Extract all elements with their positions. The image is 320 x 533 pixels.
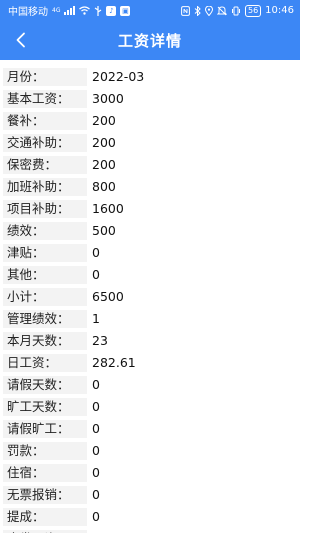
app-notification-icon: ▣ <box>120 5 131 16</box>
bluetooth-icon <box>194 5 201 16</box>
tiktok-app-icon: ♪ <box>106 5 117 16</box>
salary-row-label: 交通补助： <box>3 134 87 152</box>
salary-row-value: 200 <box>92 135 116 150</box>
salary-row-label: 管理绩效： <box>3 310 87 328</box>
salary-row: 罚款： 0 <box>0 440 300 462</box>
salary-row: 基本工资： 3000 <box>0 88 300 110</box>
salary-row-label: 请假旷工： <box>3 420 87 438</box>
salary-row-value: 200 <box>92 113 116 128</box>
salary-row: 请假天数： 0 <box>0 374 300 396</box>
salary-row-value: 0 <box>92 399 100 414</box>
salary-row: 项目补助： 1600 <box>0 198 300 220</box>
salary-row-label: 绩效： <box>3 222 87 240</box>
salary-row-value: 1600 <box>92 201 124 216</box>
salary-row-value: 0 <box>92 377 100 392</box>
salary-row-value: 1 <box>92 311 100 326</box>
salary-row: 日工资： 282.61 <box>0 352 300 374</box>
salary-row-label: 项目补助： <box>3 200 87 218</box>
salary-row-value: 282.61 <box>92 355 136 370</box>
salary-row-label: 无票报销： <box>3 486 87 504</box>
salary-row: 旷工天数： 0 <box>0 396 300 418</box>
salary-row: 加班补助： 800 <box>0 176 300 198</box>
salary-row-label: 月份： <box>3 68 87 86</box>
salary-row-label: 提成： <box>3 508 87 526</box>
salary-row-value: 0 <box>92 509 100 524</box>
salary-row-value: 0 <box>92 465 100 480</box>
salary-row-value: 0 <box>92 267 100 282</box>
salary-row-value: 200 <box>92 157 116 172</box>
salary-row-value: 2022-03 <box>92 69 145 84</box>
salary-row-label: 保密费： <box>3 156 87 174</box>
salary-row: 交通补助： 200 <box>0 132 300 154</box>
salary-row: 无票报销： 0 <box>0 484 300 506</box>
salary-row: 保密费： 200 <box>0 154 300 176</box>
salary-row: 管理绩效： 1 <box>0 308 300 330</box>
salary-row-label: 旷工天数： <box>3 398 87 416</box>
page-title: 工资详情 <box>117 32 182 50</box>
salary-row-label: 住宿： <box>3 464 87 482</box>
status-bar-right: 56 10:46 <box>181 4 294 17</box>
salary-row-label: 加班补助： <box>3 178 87 196</box>
usb-icon <box>94 5 102 16</box>
salary-row-value: 500 <box>92 223 116 238</box>
salary-row-value: 3000 <box>92 91 124 106</box>
salary-row: 餐补： 200 <box>0 110 300 132</box>
signal-icon <box>64 6 76 15</box>
salary-row-label: 本月天数： <box>3 332 87 350</box>
salary-row-value: 0 <box>92 487 100 502</box>
salary-row: 本月天数： 23 <box>0 330 300 352</box>
salary-row-label: 津贴： <box>3 244 87 262</box>
salary-row-label: 小计： <box>3 288 87 306</box>
battery-indicator: 56 <box>244 4 262 17</box>
salary-detail-list: 月份： 2022-03 基本工资： 3000 餐补： 200 交通补助： 200 保密费： 200… <box>0 66 300 533</box>
salary-row-value: 0 <box>92 245 100 260</box>
signal-badge: 4G <box>52 7 61 14</box>
salary-row: 津贴： 0 <box>0 242 300 264</box>
status-bar: 中国移动 4G ♪ ▣ 56 10:46 <box>0 0 300 21</box>
salary-row: 月份： 2022-03 <box>0 66 300 88</box>
salary-row-label: 餐补： <box>3 112 87 130</box>
salary-row-value: 800 <box>92 179 116 194</box>
salary-row: 小计： 6500 <box>0 286 300 308</box>
location-icon <box>204 5 213 16</box>
carrier-name: 中国移动 <box>8 7 48 18</box>
vibrate-icon <box>231 6 241 16</box>
wifi-icon <box>79 6 91 15</box>
salary-row-label: 请假天数： <box>3 376 87 394</box>
status-bar-left: 中国移动 4G ♪ ▣ <box>8 3 131 18</box>
salary-row-value: 0 <box>92 443 100 458</box>
salary-row-label: 其他： <box>3 266 87 284</box>
salary-row-label: 基本工资： <box>3 90 87 108</box>
salary-row: 应发工资：8685 <box>0 528 300 533</box>
salary-row-value: 23 <box>92 333 108 348</box>
nfc-icon <box>181 5 190 16</box>
salary-row-value: 0 <box>92 421 100 436</box>
clock: 10:46 <box>265 5 294 16</box>
salary-row-label: 罚款： <box>3 442 87 460</box>
salary-row: 其他： 0 <box>0 264 300 286</box>
salary-row: 住宿： 0 <box>0 462 300 484</box>
salary-row-value: 6500 <box>92 289 124 304</box>
salary-row-label: 日工资： <box>3 354 87 372</box>
salary-row: 绩效： 500 <box>0 220 300 242</box>
salary-row: 提成： 0 <box>0 506 300 528</box>
header-bar: 工资详情 <box>0 21 300 60</box>
mute-icon <box>216 5 227 16</box>
salary-row: 请假旷工： 0 <box>0 418 300 440</box>
